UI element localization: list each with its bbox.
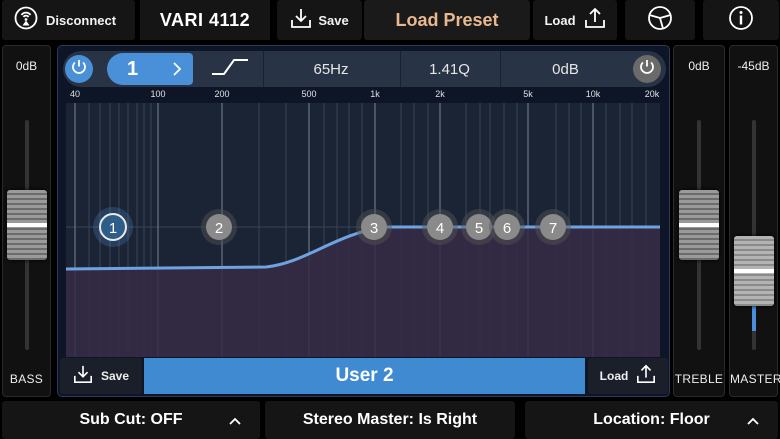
eq-node-label: 1 [109,220,117,237]
eq-node-label: 3 [370,220,378,237]
device-name-text: VARI 4112 [159,9,251,30]
chevron-up-icon [228,413,242,431]
load-button[interactable]: Load [533,0,617,40]
load-preset-small-label: Load [599,369,629,383]
location-label: Location: Floor [593,411,710,428]
sub-cut-label: Sub Cut: OFF [79,411,183,428]
load-preset-small-button[interactable]: Load [588,358,668,394]
bass-label: BASS [9,372,44,386]
upload-icon [584,7,606,34]
info-button[interactable] [703,0,779,40]
treble-label: TREBLE [674,372,724,386]
stereo-master-label: Stereo Master: Is Right [302,411,478,428]
band-gain-field[interactable]: 0dB [500,51,630,87]
eq-node-7[interactable]: 7 [535,209,571,245]
eq-panel: 1 65Hz 1.41Q 0dB 40 100 200 500 1k 2k 5k… [57,45,670,397]
eq-curve-plot[interactable]: 1 2 3 4 5 6 7 [66,103,660,357]
freq-tick-label: 1k [370,89,380,99]
upload-icon [636,364,656,389]
chevron-up-icon [746,413,760,431]
eq-node-label: 2 [215,220,223,237]
frequency-axis: 40 100 200 500 1k 2k 5k 10k 20k [58,89,669,103]
eq-power-button[interactable] [633,55,661,83]
eq-node-1[interactable]: 1 [93,207,133,247]
master-slider-panel: -45dB MASTER [729,45,780,397]
eq-node-4[interactable]: 4 [422,209,458,245]
treble-slider-panel: 0dB TREBLE [673,45,725,397]
save-preset-label: Save [100,369,130,383]
band-number: 1 [127,57,139,80]
eq-node-label: 5 [475,220,483,237]
treble-value: 0dB [688,59,710,73]
save-label: Save [318,12,349,28]
download-icon [290,7,312,34]
eq-node-label: 4 [436,220,444,237]
freq-tick-label: 500 [301,89,317,99]
band-q-field[interactable]: 1.41Q [400,51,498,87]
download-icon [73,364,93,389]
stereo-master-button[interactable]: Stereo Master: Is Right [265,401,515,439]
preset-strip: Save User 2 Load [58,358,669,396]
band-select-button[interactable]: 1 [107,53,193,85]
device-name: VARI 4112 [140,0,270,40]
high-shelf-icon [210,56,250,82]
band-frequency-field[interactable]: 65Hz [263,51,398,87]
bass-value: 0dB [15,59,38,73]
info-icon [728,5,754,36]
load-label: Load [544,12,576,28]
power-icon [638,58,656,81]
bass-slider-panel: 0dB BASS [2,45,51,397]
load-preset-label: Load Preset [395,9,499,30]
load-preset-button[interactable]: Load Preset [364,0,530,40]
bass-fader-handle[interactable] [6,190,47,260]
eq-node-3[interactable]: 3 [356,209,392,245]
speaker-mode-button[interactable] [625,0,695,40]
band-power-button[interactable] [65,55,93,83]
location-button[interactable]: Location: Floor [525,401,778,439]
top-bar: Disconnect VARI 4112 Save Load Preset Lo… [0,0,780,40]
broadcast-icon [14,6,38,35]
eq-node-2[interactable]: 2 [201,209,237,245]
eq-node-label: 6 [503,220,511,237]
preset-name: User 2 [144,358,585,394]
freq-tick-label: 2k [435,89,445,99]
freq-tick-label: 5k [523,89,533,99]
master-label: MASTER [730,372,780,386]
freq-tick-label: 100 [150,89,166,99]
freq-tick-label: 20k [644,89,660,99]
filter-type-button[interactable] [199,51,261,87]
freq-tick-label: 40 [69,89,81,99]
power-icon [70,58,88,81]
eq-node-label: 7 [549,220,557,237]
save-preset-button[interactable]: Save [60,358,142,394]
sub-cut-button[interactable]: Sub Cut: OFF [2,401,260,439]
master-value: -45dB [737,59,770,73]
disconnect-button[interactable]: Disconnect [2,0,135,40]
eq-node-6[interactable]: 6 [489,209,525,245]
band-parameter-bar: 1 65Hz 1.41Q 0dB [63,51,666,87]
segmented-circle-icon [647,5,673,36]
treble-fader-handle[interactable] [679,190,719,260]
freq-tick-label: 200 [214,89,230,99]
save-button[interactable]: Save [277,0,362,40]
freq-tick-label: 10k [585,89,601,99]
disconnect-label: Disconnect [46,12,117,28]
master-fader-handle[interactable] [733,236,774,306]
chevron-right-icon [171,60,183,84]
